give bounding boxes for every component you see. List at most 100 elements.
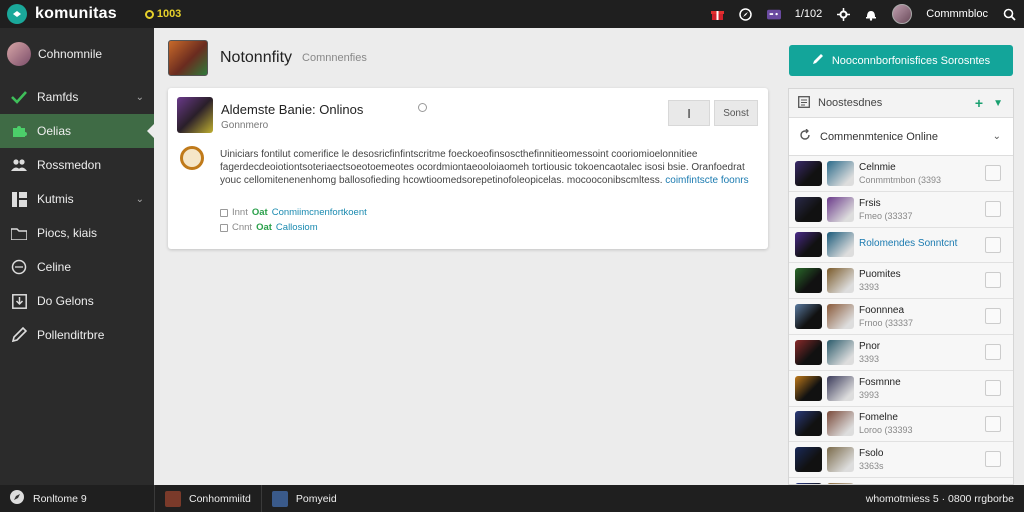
sidebar-item-pollenditrbre[interactable]: Pollenditrbre	[0, 318, 154, 352]
checkbox[interactable]	[985, 415, 1001, 432]
post-card[interactable]: Aldemste Banie: Onlinos Gonnmero I Sonst…	[168, 88, 768, 249]
sidebar-item-label: Oelias	[37, 124, 72, 138]
puzzle-icon	[10, 122, 28, 140]
checkbox[interactable]	[985, 165, 1001, 181]
username[interactable]: Commmbloc	[926, 8, 988, 20]
brand-name[interactable]: komunitas	[35, 5, 117, 23]
checkbox[interactable]	[985, 272, 1001, 289]
dropdown-label: Commenmtenice Online	[820, 130, 938, 143]
list-item-name: Fosmnne	[859, 376, 901, 388]
list-item[interactable]: Fosmnne 3993	[789, 370, 1013, 407]
online-dropdown[interactable]: Commenmtenice Online ⌄	[789, 118, 1013, 156]
list-item-name: Foonnnea	[859, 305, 905, 317]
settings-icon[interactable]	[836, 7, 850, 21]
add-icon[interactable]: +	[975, 95, 983, 111]
user-avatar	[827, 304, 854, 330]
sidebar-item-profile[interactable]: Cohnomnile	[0, 28, 154, 80]
checkbox[interactable]	[985, 308, 1001, 325]
people-icon	[10, 156, 28, 174]
list-item-text: Foonnnea Frnoo (33337	[859, 305, 913, 328]
chevron-down-icon[interactable]: ▼	[993, 98, 1003, 109]
search-icon[interactable]	[1002, 7, 1016, 21]
game-thumbnail	[795, 447, 822, 473]
list-item[interactable]: Frsis Fmeo (33337	[789, 191, 1013, 228]
list-item-name: Pnor	[859, 340, 881, 352]
list-item[interactable]: Celnmie Conmmtmbon (3393	[789, 156, 1013, 192]
bell-icon[interactable]	[864, 7, 878, 21]
checkbox-icon[interactable]	[220, 208, 228, 217]
bottom-left-label[interactable]: Ronltome 9	[33, 493, 87, 505]
post-author[interactable]: Gonnmero	[221, 120, 268, 131]
sidebar-item-piocs[interactable]: Piocs, kiais	[0, 216, 154, 250]
sidebar-item-kutmis[interactable]: Kutmis ⌄	[0, 182, 154, 216]
list-item[interactable]: Pnor 3393	[789, 334, 1013, 371]
sidebar-item-label: Pollenditrbre	[37, 328, 105, 342]
gift-icon[interactable]	[711, 7, 725, 21]
list-item-name: Puomites	[859, 269, 901, 281]
coin-balance[interactable]: 1003	[144, 8, 181, 20]
bottom-bar: Ronltome 9 Conhommiitd Pomyeid whomotmie…	[0, 485, 1024, 512]
meta-link[interactable]: Conmiimcnenfortkoent	[272, 207, 367, 218]
app-logo-icon[interactable]	[7, 4, 27, 24]
game-thumbnail	[795, 304, 822, 330]
notification-count[interactable]: 1/102	[795, 8, 823, 20]
post-meta-row: Cnnt Oat Callosiom	[220, 222, 318, 233]
checkbox-icon[interactable]	[220, 223, 228, 232]
sidebar-item-do-gelons[interactable]: Do Gelons	[0, 284, 154, 318]
compass-icon[interactable]	[9, 489, 25, 508]
bottom-tab[interactable]: Conhommiitd	[154, 485, 261, 512]
list-item-sub: Fmeo (33337	[859, 210, 913, 221]
sidebar-item-celine[interactable]: Celine	[0, 250, 154, 284]
sidebar: Cohnomnile Ramfds ⌄ Oelias Rossmedon Kut…	[0, 28, 154, 485]
join-button[interactable]: Nooconnborfonisfices Sorosntes	[789, 45, 1013, 76]
meta-link[interactable]: Callosiom	[276, 222, 318, 233]
tab-thumbnail	[165, 490, 181, 507]
list-item-text: Fosmnne 3993	[859, 377, 901, 400]
sidebar-item-label: Rossmedon	[37, 158, 102, 172]
game-controller-icon[interactable]	[766, 7, 781, 21]
game-thumbnail	[795, 232, 822, 258]
list-item-text: Celnmie Conmmtmbon (3393	[859, 162, 941, 185]
sidebar-item-label: Cohnomnile	[38, 47, 103, 61]
chevron-down-icon[interactable]: ⌄	[136, 92, 144, 103]
game-thumbnail	[795, 196, 822, 222]
sidebar-item-label: Kutmis	[37, 192, 74, 206]
user-avatar[interactable]	[892, 4, 913, 24]
list-item-name: Fsolo	[859, 448, 884, 460]
filter-icon[interactable]	[798, 95, 810, 111]
post-title[interactable]: Aldemste Banie: Onlinos	[221, 102, 363, 117]
list-item-text: Pnor 3393	[859, 341, 880, 364]
checkbox[interactable]	[985, 200, 1001, 217]
bottom-tab[interactable]: Pomyeid	[260, 485, 347, 512]
chevron-down-icon[interactable]: ⌄	[136, 194, 144, 205]
game-thumbnail	[168, 40, 208, 76]
list-item[interactable]: Fsolo 3363s	[789, 442, 1013, 479]
checkbox[interactable]	[985, 343, 1001, 360]
post-body-link[interactable]: coimfintscte foonrs	[665, 175, 748, 186]
list-item[interactable]: Foonnnea Frnoo (33337	[789, 299, 1013, 335]
post-body: Uiniciars fontilut comerifice le desosri…	[220, 148, 754, 187]
list-item[interactable]: Rolomendes Sonntcnt	[789, 227, 1013, 264]
sidebar-item-rossmedon[interactable]: Rossmedon	[0, 148, 154, 182]
list-item-text: Rolomendes Sonntcnt	[859, 238, 957, 251]
user-avatar	[827, 232, 854, 258]
user-avatar	[827, 160, 854, 186]
checkbox[interactable]	[985, 379, 1001, 396]
post-game-thumbnail	[177, 97, 213, 133]
list-item[interactable]: Puomites 3393	[789, 263, 1013, 300]
compass-icon[interactable]	[739, 7, 753, 21]
list-item[interactable]	[789, 478, 1013, 484]
user-avatar	[827, 447, 854, 473]
sidebar-item-ramfds[interactable]: Ramfds ⌄	[0, 80, 154, 114]
bottom-status: whomotmiess 5 · 0800 rrgborbe	[865, 492, 1014, 505]
meta-label: Cnnt	[232, 222, 253, 233]
checkbox[interactable]	[985, 451, 1001, 468]
list-item[interactable]: Fomelne Loroo (33393	[789, 406, 1013, 443]
meta-tag: Oat	[251, 207, 268, 218]
download-icon	[10, 292, 28, 310]
sort-button[interactable]: Sonst	[714, 100, 758, 126]
sidebar-item-oelias[interactable]: Oelias	[0, 114, 154, 148]
checkbox[interactable]	[985, 236, 1001, 253]
text-format-button[interactable]: I	[668, 100, 710, 126]
sidebar-item-label: Piocs, kiais	[37, 226, 98, 240]
